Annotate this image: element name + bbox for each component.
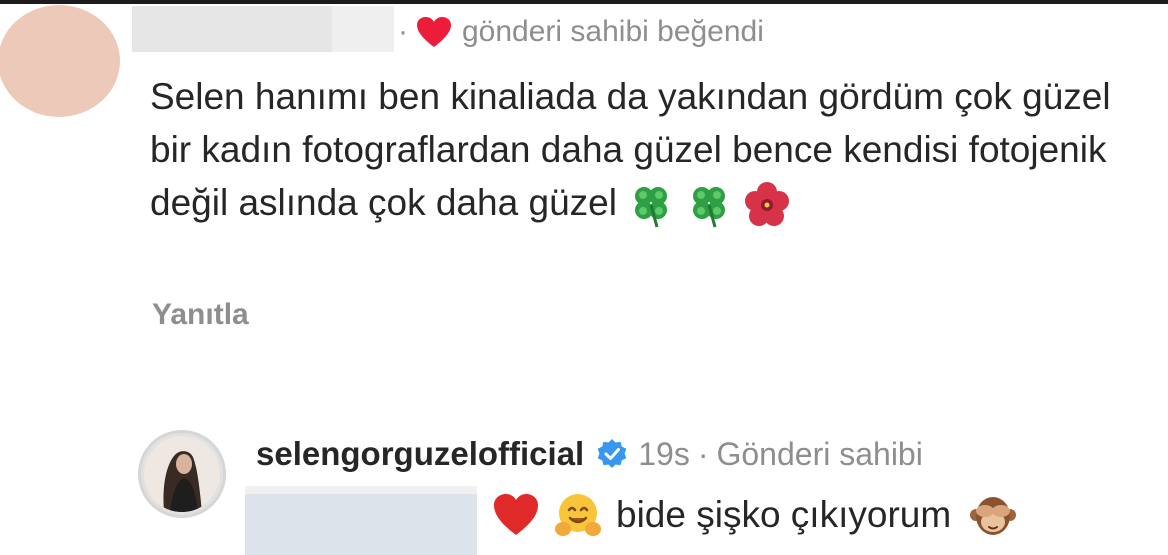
- top-edge-bar: [0, 0, 1168, 4]
- red-heart-icon: [492, 491, 540, 539]
- mention-redacted: [245, 486, 477, 555]
- liked-separator: ·: [398, 15, 408, 48]
- liked-label: gönderi sahibi beğendi: [462, 15, 764, 48]
- owner-role-label: Gönderi sahibi: [716, 435, 923, 472]
- author-liked-indicator: · gönderi sahibi beğendi: [398, 14, 764, 50]
- verified-badge-icon: [596, 438, 628, 470]
- commenter-avatar[interactable]: [0, 5, 120, 117]
- four-leaf-clover-icon: [627, 181, 675, 229]
- commenter-username-redacted[interactable]: [132, 6, 394, 52]
- owner-header: selengorguzelofficial 19s · Gönderi sahi…: [256, 432, 923, 476]
- reply-button[interactable]: Yanıtla: [152, 298, 249, 332]
- hibiscus-icon: [743, 181, 791, 229]
- comment-body: Selen hanımı ben kinaliada da yakından g…: [150, 70, 1150, 229]
- owner-reply-body: bide şişko çıkıyorum: [492, 486, 1017, 544]
- comment-thread: · gönderi sahibi beğendi Selen hanımı be…: [0, 0, 1168, 555]
- reply-timestamp: 19s: [638, 435, 690, 472]
- see-no-evil-monkey-icon: [969, 491, 1017, 539]
- owner-username[interactable]: selengorguzelofficial: [256, 435, 584, 473]
- meta-separator: ·: [697, 435, 709, 472]
- four-leaf-clover-icon: [685, 181, 733, 229]
- owner-avatar[interactable]: [138, 430, 226, 518]
- heart-icon: [416, 16, 452, 48]
- hugging-face-icon: [554, 491, 602, 539]
- owner-reply-text: bide şişko çıkıyorum: [616, 494, 952, 535]
